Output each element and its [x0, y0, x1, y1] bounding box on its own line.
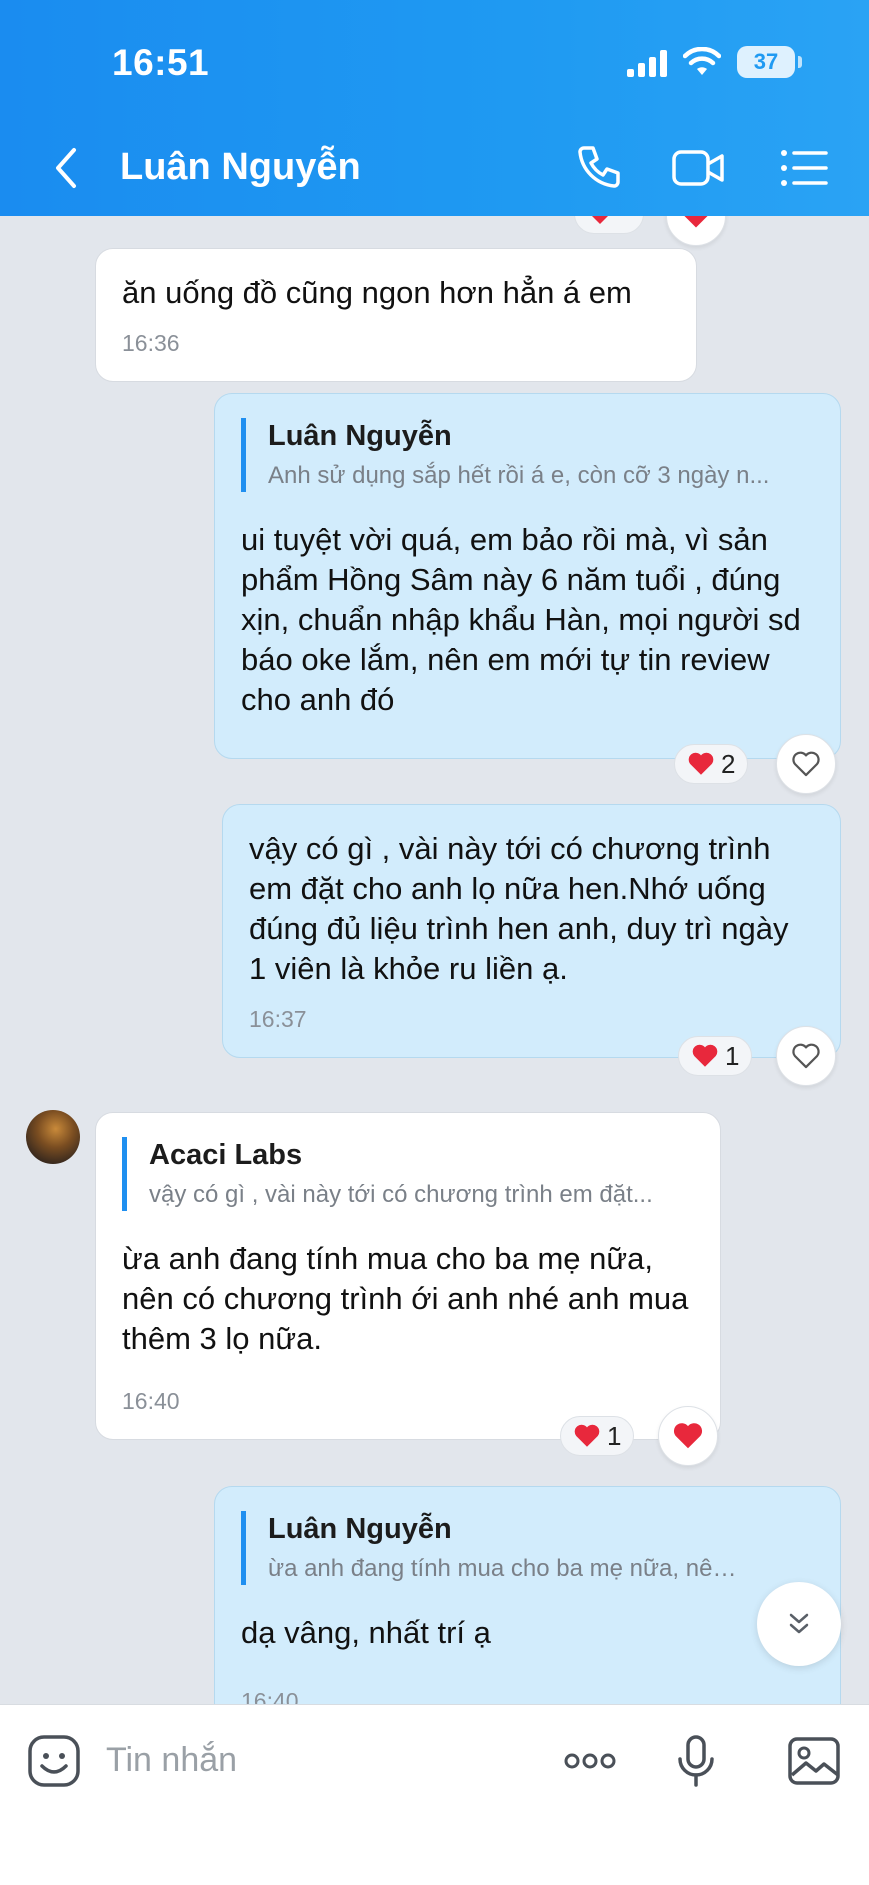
message-bubble-outgoing[interactable]: vậy có gì , vài này tới có chương trình …: [222, 804, 841, 1058]
message-text: ui tuyệt vời quá, em bảo rồi mà, vì sản …: [241, 522, 801, 717]
message-time: 16:37: [249, 1006, 307, 1032]
double-chevron-down-icon: [789, 1613, 809, 1634]
message-time: 16:36: [122, 330, 180, 356]
video-camera-icon[interactable]: [670, 140, 726, 196]
quoted-message[interactable]: Acaci Labs vậy có gì , vài này tới có ch…: [122, 1137, 694, 1211]
quote-author: Luân Nguyễn: [268, 1513, 452, 1545]
reaction-pill[interactable]: 1: [560, 1416, 635, 1456]
chat-messages-area[interactable]: ăn uống đồ cũng ngon hơn hẳn á em 16:36 …: [0, 216, 869, 1704]
chat-header: 16:51 37 Luân Nguyễn: [0, 0, 869, 216]
contact-name[interactable]: Luân Nguyễn: [120, 146, 361, 189]
message-input-bar: Tin nhắn: [0, 1704, 869, 1885]
cellular-signal-icon: [627, 47, 667, 77]
message-time: 16:40: [122, 1388, 180, 1414]
react-button[interactable]: [776, 734, 836, 794]
reaction-count: 2: [721, 748, 736, 779]
back-chevron-left-icon[interactable]: [46, 144, 86, 192]
react-button-partial[interactable]: [666, 216, 726, 246]
reaction-pill-partial[interactable]: [574, 216, 644, 234]
battery-indicator: 37: [737, 46, 802, 78]
react-button[interactable]: [658, 1406, 718, 1466]
status-time: 16:51: [112, 42, 210, 83]
emoji-icon[interactable]: [24, 1731, 84, 1791]
react-button[interactable]: [776, 1026, 836, 1086]
heart-icon: [692, 1044, 718, 1067]
message-text: vậy có gì , vài này tới có chương trình …: [249, 831, 789, 986]
list-menu-icon[interactable]: [776, 140, 832, 196]
phone-icon[interactable]: [570, 140, 626, 196]
more-dots-icon[interactable]: [560, 1731, 620, 1791]
status-icons: 37: [627, 46, 802, 78]
heart-icon: [688, 752, 714, 775]
heart-icon: [684, 216, 708, 228]
quote-author: Acaci Labs: [149, 1139, 303, 1171]
quoted-message[interactable]: Luân Nguyễn ừa anh đang tính mua cho ba …: [241, 1511, 814, 1585]
quote-text: Anh sử dụng sắp hết rồi á e, còn cỡ 3 ng…: [268, 462, 770, 489]
image-icon[interactable]: [784, 1731, 844, 1791]
wifi-icon: [683, 47, 721, 75]
heart-icon: [592, 216, 608, 224]
quote-author: Luân Nguyễn: [268, 420, 452, 452]
reaction-pill[interactable]: 2: [674, 744, 749, 784]
message-input[interactable]: Tin nhắn: [106, 1741, 237, 1780]
message-text: dạ vâng, nhất trí ạ: [241, 1615, 491, 1650]
sender-avatar[interactable]: [26, 1110, 80, 1164]
heart-outline-icon: [792, 1043, 820, 1069]
message-bubble-outgoing[interactable]: Luân Nguyễn ừa anh đang tính mua cho ba …: [214, 1486, 841, 1704]
heart-icon: [673, 1423, 703, 1449]
reaction-count: 1: [607, 1420, 622, 1451]
heart-icon: [574, 1424, 600, 1447]
quote-text: ừa anh đang tính mua cho ba mẹ nữa, nên …: [268, 1555, 748, 1582]
microphone-icon[interactable]: [666, 1731, 726, 1791]
message-bubble-outgoing[interactable]: Luân Nguyễn Anh sử dụng sắp hết rồi á e,…: [214, 393, 841, 759]
reaction-pill[interactable]: 1: [678, 1036, 753, 1076]
reaction-count: 1: [725, 1040, 740, 1071]
message-text: ăn uống đồ cũng ngon hơn hẳn á em: [122, 275, 632, 310]
scroll-to-bottom-button[interactable]: [757, 1582, 841, 1666]
quoted-message[interactable]: Luân Nguyễn Anh sử dụng sắp hết rồi á e,…: [241, 418, 814, 492]
heart-outline-icon: [792, 751, 820, 777]
quote-text: vậy có gì , vài này tới có chương trình …: [149, 1181, 653, 1208]
message-bubble-incoming[interactable]: Acaci Labs vậy có gì , vài này tới có ch…: [95, 1112, 721, 1440]
message-text: ừa anh đang tính mua cho ba mẹ nữa, nên …: [122, 1241, 689, 1356]
message-bubble-incoming[interactable]: ăn uống đồ cũng ngon hơn hẳn á em 16:36: [95, 248, 697, 382]
message-time: 16:40: [241, 1688, 299, 1704]
